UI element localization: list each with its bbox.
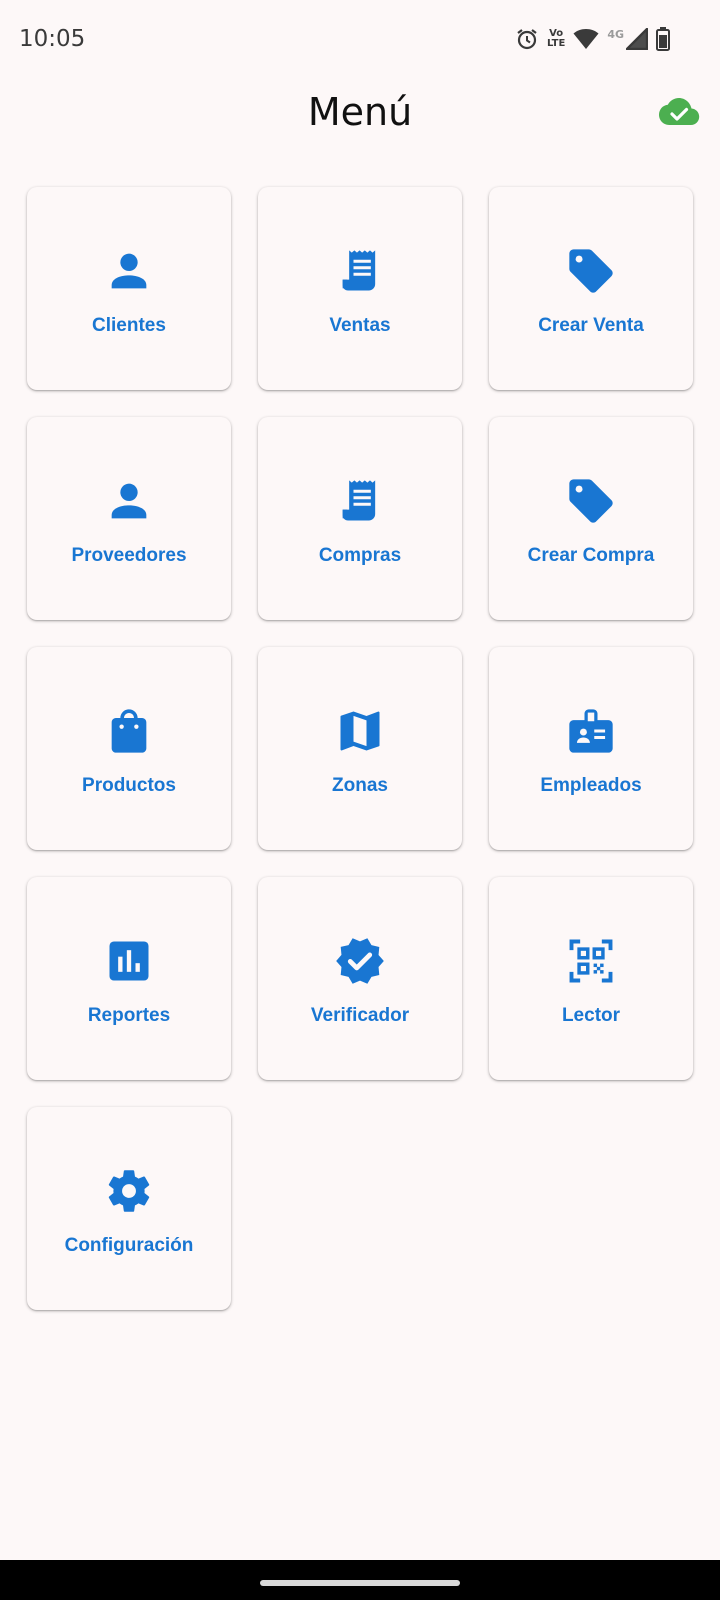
menu-tile-empleados[interactable]: Empleados [489, 647, 693, 850]
menu-tile-configuracion[interactable]: Configuración [27, 1107, 231, 1310]
tag-icon [565, 475, 617, 527]
battery-icon [656, 27, 670, 51]
receipt-icon [334, 475, 386, 527]
network-4g-icon: 4G [607, 27, 624, 41]
system-nav-bar [0, 1560, 720, 1600]
menu-tile-lector[interactable]: Lector [489, 877, 693, 1080]
status-bar: 10:05 Vo LTE 4G [0, 0, 720, 78]
menu-tile-clientes[interactable]: Clientes [27, 187, 231, 390]
menu-tile-label: Productos [82, 774, 176, 796]
menu-tile-proveedores[interactable]: Proveedores [27, 417, 231, 620]
menu-tile-zonas[interactable]: Zonas [258, 647, 462, 850]
menu-tile-reportes[interactable]: Reportes [27, 877, 231, 1080]
alarm-icon [515, 27, 539, 51]
menu-tile-label: Zonas [332, 774, 388, 796]
menu-tile-compras[interactable]: Compras [258, 417, 462, 620]
menu-tile-label: Crear Compra [527, 544, 655, 566]
cell-signal-icon [626, 28, 648, 50]
receipt-icon [334, 245, 386, 297]
menu-tile-label: Reportes [87, 1004, 171, 1026]
menu-tile-crear-venta[interactable]: Crear Venta [489, 187, 693, 390]
volte-icon: Vo LTE [547, 29, 565, 49]
bar-chart-icon [103, 935, 155, 987]
menu-tile-label: Proveedores [71, 544, 187, 566]
menu-tile-verificador[interactable]: Verificador [258, 877, 462, 1080]
status-time: 10:05 [19, 26, 86, 52]
qr-scanner-icon [565, 935, 617, 987]
volte-bottom: LTE [546, 38, 566, 49]
person-icon [103, 245, 155, 297]
menu-grid: Clientes Ventas Crear Venta Proveedores … [27, 187, 694, 1310]
menu-tile-label: Configuración [64, 1234, 194, 1256]
menu-tile-crear-compra[interactable]: Crear Compra [489, 417, 693, 620]
menu-tile-label: Crear Venta [538, 314, 644, 336]
person-icon [103, 475, 155, 527]
app-bar: Menú [0, 78, 720, 148]
wifi-icon [573, 28, 599, 50]
menu-tile-label: Verificador [310, 1004, 410, 1026]
menu-tile-label: Compras [318, 544, 402, 566]
page-title: Menú [307, 90, 413, 134]
menu-tile-productos[interactable]: Productos [27, 647, 231, 850]
cloud-done-icon[interactable] [658, 97, 700, 132]
menu-tile-label: Lector [561, 1004, 621, 1026]
menu-tile-label: Clientes [92, 314, 166, 336]
tag-icon [565, 245, 617, 297]
status-icons: Vo LTE 4G [515, 24, 670, 54]
home-gesture-handle[interactable] [260, 1580, 460, 1586]
settings-icon [103, 1165, 155, 1217]
menu-tile-label: Ventas [329, 314, 391, 336]
shopping-bag-icon [103, 705, 155, 757]
menu-tile-ventas[interactable]: Ventas [258, 187, 462, 390]
menu-tile-label: Empleados [540, 774, 642, 796]
verified-icon [334, 935, 386, 987]
map-icon [334, 705, 386, 757]
badge-icon [565, 705, 617, 757]
